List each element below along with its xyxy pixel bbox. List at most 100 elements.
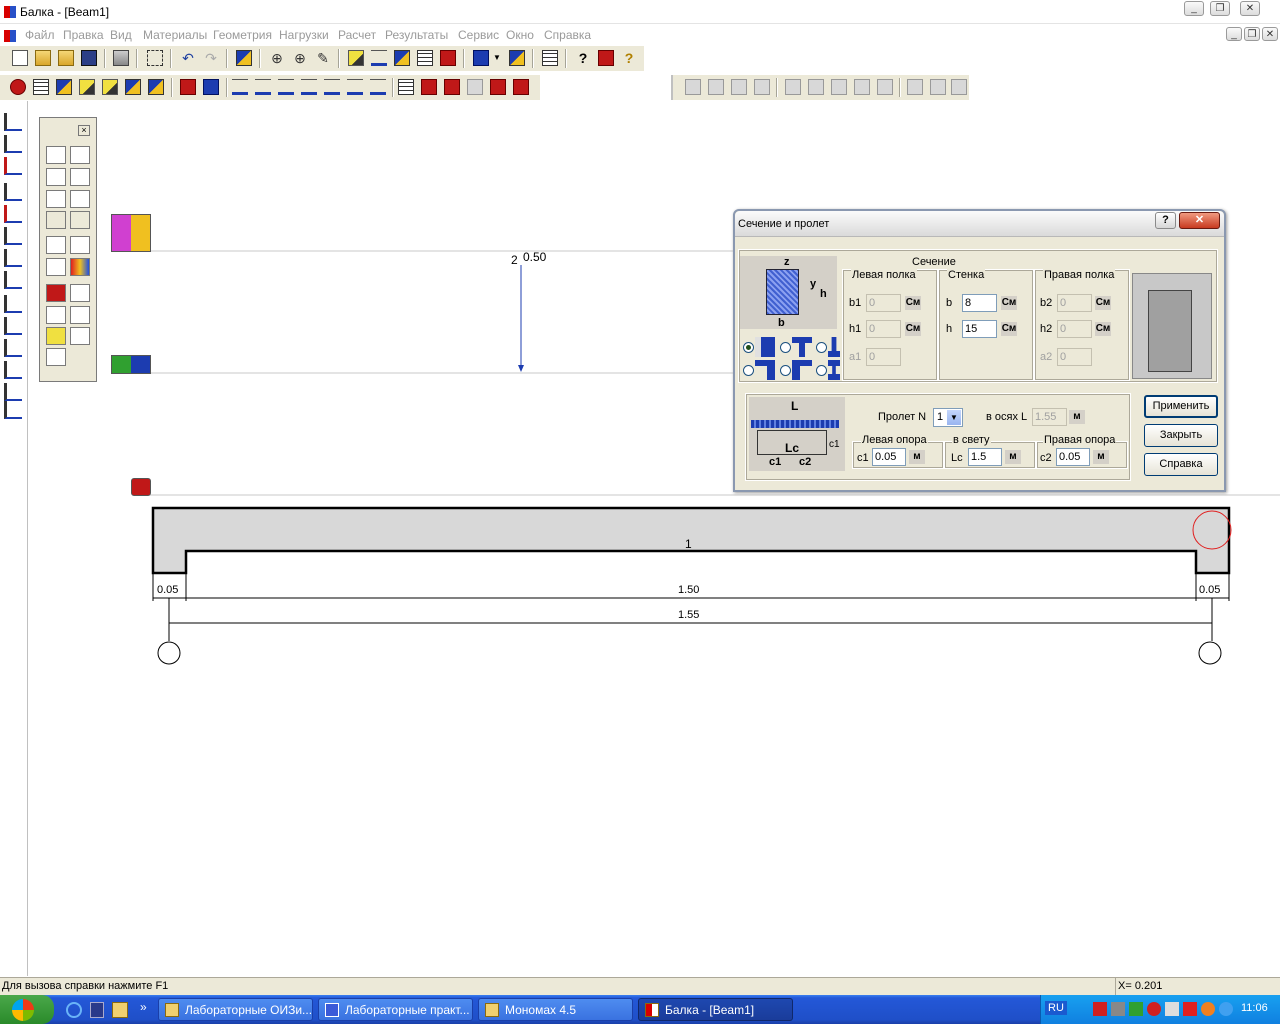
b1-input[interactable]: 0 [866, 294, 901, 312]
palette-btn-14[interactable] [70, 284, 90, 302]
tool-13-button[interactable] [299, 77, 319, 97]
palette-btn-11[interactable] [46, 258, 66, 276]
print-button[interactable] [111, 48, 131, 68]
menu-calc[interactable]: Расчет [338, 28, 376, 42]
tray-icon-2[interactable] [1111, 1002, 1125, 1016]
menu-window[interactable]: Окно [506, 28, 534, 42]
menu-file[interactable]: Файл [25, 28, 55, 42]
table-button[interactable] [540, 48, 560, 68]
palette-btn-16[interactable] [70, 306, 90, 324]
help-dialog-button[interactable]: Справка [1144, 453, 1218, 476]
minimize-button[interactable]: _ [1184, 1, 1204, 16]
flag-button[interactable] [392, 48, 412, 68]
undo-button[interactable]: ↶ [178, 48, 198, 68]
b-input[interactable]: 8 [962, 294, 997, 312]
tool-12-button[interactable] [276, 77, 296, 97]
tool-16-button[interactable] [368, 77, 388, 97]
load-glyph-icon[interactable] [111, 214, 151, 252]
zoom-in-button[interactable]: ⊕ [290, 48, 310, 68]
palette-btn-1[interactable] [46, 146, 66, 164]
span-number-select[interactable]: 1 ▼ [933, 408, 963, 427]
language-indicator[interactable]: RU [1045, 1001, 1067, 1015]
beam-glyph-icon[interactable] [131, 478, 151, 496]
left-tool-3[interactable] [4, 157, 22, 175]
hatch-button[interactable] [415, 48, 435, 68]
context-help-button[interactable]: ? [573, 48, 593, 68]
res-1-button[interactable] [683, 77, 703, 97]
tool-20-button[interactable] [465, 77, 485, 97]
palette-btn-19[interactable] [46, 348, 66, 366]
tray-icon-8[interactable] [1219, 1002, 1233, 1016]
left-tool-8[interactable] [4, 271, 22, 289]
save-button[interactable] [79, 48, 99, 68]
tray-icon-4[interactable] [1147, 1002, 1161, 1016]
task-1[interactable]: Лабораторные ОИЗи... [158, 998, 313, 1021]
tray-icon-3[interactable] [1129, 1002, 1143, 1016]
palette-btn-12[interactable] [70, 258, 90, 276]
tool-9-button[interactable] [201, 77, 221, 97]
open-folder-button[interactable] [56, 48, 76, 68]
doc-icon[interactable] [4, 30, 16, 42]
tool-5-button[interactable] [100, 77, 120, 97]
h1-input[interactable]: 0 [866, 320, 901, 338]
palette-btn-15[interactable] [46, 306, 66, 324]
tool-11-button[interactable] [253, 77, 273, 97]
left-tool-9[interactable] [4, 295, 22, 313]
res-6-button[interactable] [806, 77, 826, 97]
res-9-button[interactable] [875, 77, 895, 97]
new-file-button[interactable] [10, 48, 30, 68]
tool-7-button[interactable] [146, 77, 166, 97]
tray-icon-7[interactable] [1201, 1002, 1215, 1016]
res-3-button[interactable] [729, 77, 749, 97]
a1-input[interactable]: 0 [866, 348, 901, 366]
h-input[interactable]: 15 [962, 320, 997, 338]
start-button[interactable] [0, 995, 54, 1024]
palette-btn-10[interactable] [70, 236, 90, 254]
left-tool-11[interactable] [4, 339, 22, 357]
select-button[interactable] [145, 48, 165, 68]
res-5-button[interactable] [783, 77, 803, 97]
menu-view[interactable]: Вид [110, 28, 132, 42]
task-2[interactable]: Лабораторные практ... [318, 998, 473, 1021]
left-tool-10[interactable] [4, 317, 22, 335]
tool-1-button[interactable] [8, 77, 28, 97]
pen-button[interactable]: ✎ [313, 48, 333, 68]
left-tool-14[interactable] [4, 401, 22, 419]
open-file-button[interactable] [33, 48, 53, 68]
left-tool-7[interactable] [4, 249, 22, 267]
palette-btn-13[interactable] [46, 284, 66, 302]
close-window-button[interactable]: ✕ [1240, 1, 1260, 16]
res-10-button[interactable] [905, 77, 925, 97]
palette-btn-2[interactable] [70, 146, 90, 164]
dropdown-arrow-button[interactable]: ▼ [493, 48, 503, 68]
edit-button[interactable] [346, 48, 366, 68]
res-2-button[interactable] [706, 77, 726, 97]
palette-btn-5[interactable] [46, 190, 66, 208]
menu-results[interactable]: Результаты [385, 28, 448, 42]
task-3[interactable]: Мономах 4.5 [478, 998, 633, 1021]
restore-button[interactable]: ❐ [1210, 1, 1230, 16]
tray-icon-1[interactable] [1093, 1002, 1107, 1016]
dimension-button[interactable] [369, 48, 389, 68]
left-tool-6[interactable] [4, 227, 22, 245]
res-8-button[interactable] [852, 77, 872, 97]
res-11-button[interactable] [928, 77, 948, 97]
palette-close-icon[interactable]: × [78, 125, 90, 136]
palette-btn-4[interactable] [70, 168, 90, 186]
tool-19-button[interactable] [442, 77, 462, 97]
palette-btn-6[interactable] [70, 190, 90, 208]
menu-loads[interactable]: Нагрузки [279, 28, 329, 42]
menu-materials[interactable]: Материалы [143, 28, 207, 42]
a2-input[interactable]: 0 [1057, 348, 1092, 366]
tool-2-button[interactable] [31, 77, 51, 97]
load-glyph2-icon[interactable] [111, 355, 151, 374]
left-tool-1[interactable] [4, 113, 22, 131]
mdi-minimize-button[interactable]: _ [1226, 27, 1242, 41]
c2-input[interactable]: 0.05 [1056, 448, 1090, 466]
menu-edit[interactable]: Правка [63, 28, 104, 42]
tool-10-button[interactable] [230, 77, 250, 97]
app-quicklaunch-icon[interactable] [90, 1002, 104, 1018]
tool-8-button[interactable] [178, 77, 198, 97]
ie-icon[interactable] [66, 1002, 82, 1018]
mdi-restore-button[interactable]: ❐ [1244, 27, 1260, 41]
